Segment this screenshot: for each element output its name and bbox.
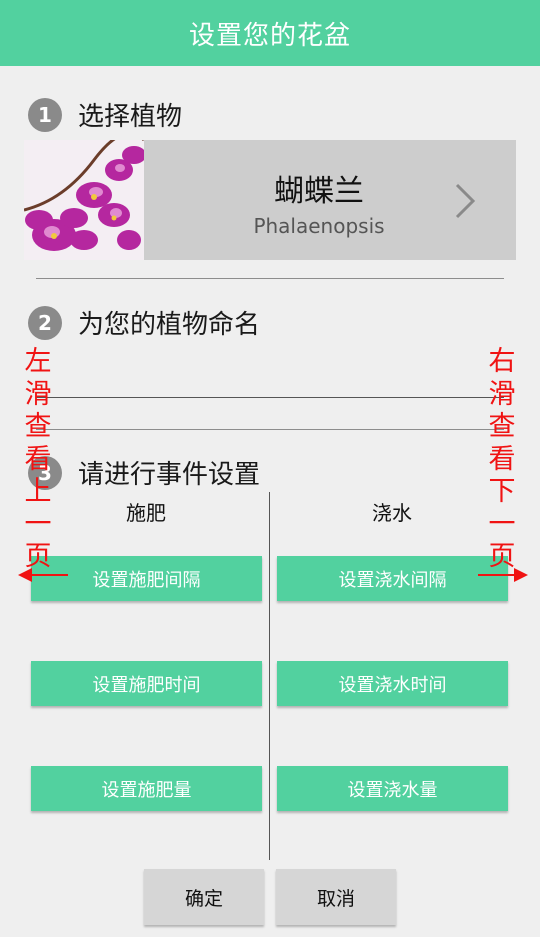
section-divider bbox=[36, 278, 504, 279]
set-water-time-button[interactable]: 设置浇水时间 bbox=[277, 661, 508, 706]
hint-char: 下 bbox=[488, 476, 516, 507]
hint-char: 右 bbox=[488, 346, 516, 377]
orchid-photo bbox=[24, 140, 144, 260]
set-fertilize-time-button[interactable]: 设置施肥时间 bbox=[31, 661, 262, 706]
step-2-heading: 2 为您的植物命名 bbox=[28, 304, 260, 341]
plant-name: 蝴蝶兰 bbox=[274, 174, 364, 209]
hint-char: 一 bbox=[24, 508, 52, 540]
hint-char: 看 bbox=[24, 443, 52, 475]
hint-char: 上 bbox=[24, 476, 52, 507]
arrow-right-icon bbox=[478, 568, 528, 582]
section-divider bbox=[36, 429, 504, 430]
hint-char: 一 bbox=[488, 508, 516, 540]
cancel-button[interactable]: 取消 bbox=[276, 869, 396, 925]
hint-char: 查 bbox=[24, 411, 52, 442]
swipe-right-hint: 右 滑 查 看 下 一 页 bbox=[487, 346, 517, 574]
water-column-title: 浇水 bbox=[372, 501, 412, 525]
step-1-label: 选择植物 bbox=[78, 102, 183, 132]
hint-char: 查 bbox=[488, 411, 516, 442]
arrow-left-icon bbox=[18, 568, 68, 582]
hint-char: 滑 bbox=[488, 378, 516, 410]
step-3-heading: 3 请进行事件设置 bbox=[28, 454, 260, 491]
step-3-label: 请进行事件设置 bbox=[78, 460, 261, 490]
confirm-button[interactable]: 确定 bbox=[144, 869, 264, 925]
plant-latin-name: Phalaenopsis bbox=[253, 214, 385, 238]
title-bar: 设置您的花盆 bbox=[0, 0, 540, 66]
set-water-interval-button[interactable]: 设置浇水间隔 bbox=[277, 556, 508, 601]
column-divider bbox=[269, 492, 270, 860]
fertilize-column-title: 施肥 bbox=[126, 501, 166, 525]
hint-char: 看 bbox=[488, 443, 516, 475]
step-2-label: 为您的植物命名 bbox=[78, 310, 261, 340]
plant-selector[interactable]: 蝴蝶兰 Phalaenopsis bbox=[24, 140, 516, 260]
plant-name-input[interactable] bbox=[36, 380, 504, 398]
page-title: 设置您的花盆 bbox=[188, 20, 351, 51]
set-fertilize-amount-button[interactable]: 设置施肥量 bbox=[31, 766, 262, 811]
hint-char: 左 bbox=[24, 346, 52, 377]
hint-char: 滑 bbox=[24, 378, 52, 410]
chevron-right-icon bbox=[455, 183, 476, 219]
step-1-heading: 1 选择植物 bbox=[28, 96, 182, 133]
set-water-amount-button[interactable]: 设置浇水量 bbox=[277, 766, 508, 811]
swipe-left-hint: 左 滑 查 看 上 一 页 bbox=[23, 346, 53, 574]
step-1-number-icon: 1 bbox=[28, 97, 62, 132]
step-2-number-icon: 2 bbox=[28, 305, 62, 340]
